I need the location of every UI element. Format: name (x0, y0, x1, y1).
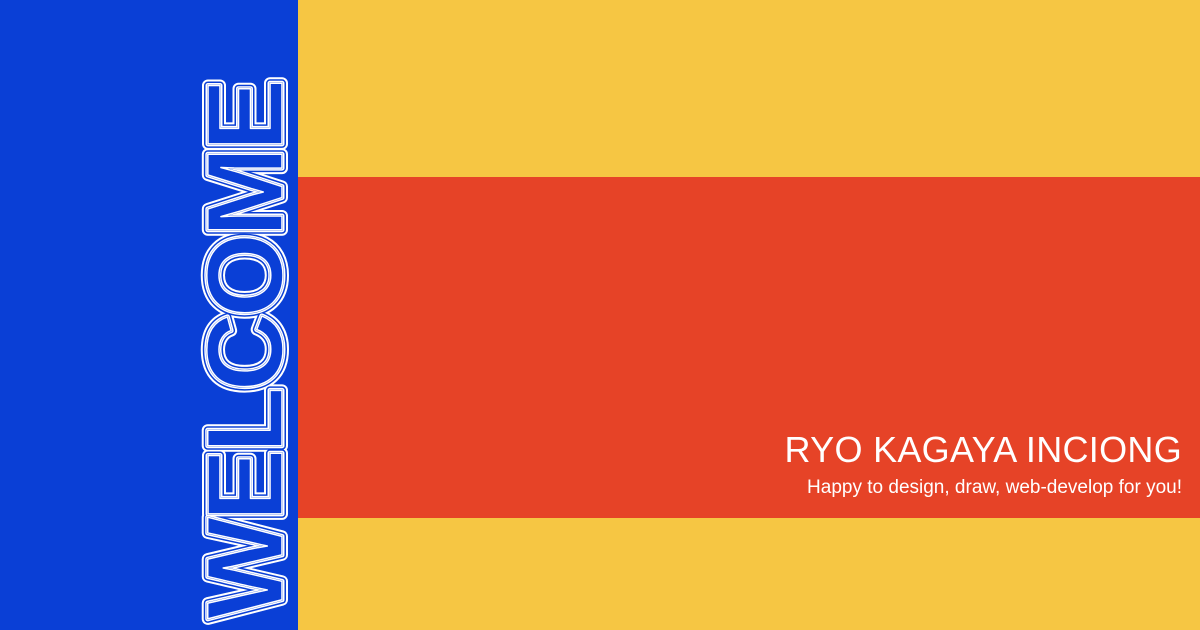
og-banner: WELCOME WELCOME WELCOME WELCOME WELCOME … (0, 0, 1200, 630)
color-bands (298, 0, 1200, 630)
welcome-panel: WELCOME WELCOME WELCOME WELCOME WELCOME (0, 0, 298, 630)
hero-text: RYO KAGAYA INCIONG Happy to design, draw… (785, 428, 1183, 500)
owner-name: RYO KAGAYA INCIONG (784, 429, 1182, 470)
yellow-band-bottom (298, 518, 1200, 630)
welcome-word-inner: WELCOME (184, 83, 298, 619)
yellow-band-top (298, 0, 1200, 177)
welcome-vertical-text: WELCOME WELCOME WELCOME WELCOME WELCOME (0, 0, 298, 630)
tagline: Happy to design, draw, web-develop for y… (807, 477, 1182, 498)
